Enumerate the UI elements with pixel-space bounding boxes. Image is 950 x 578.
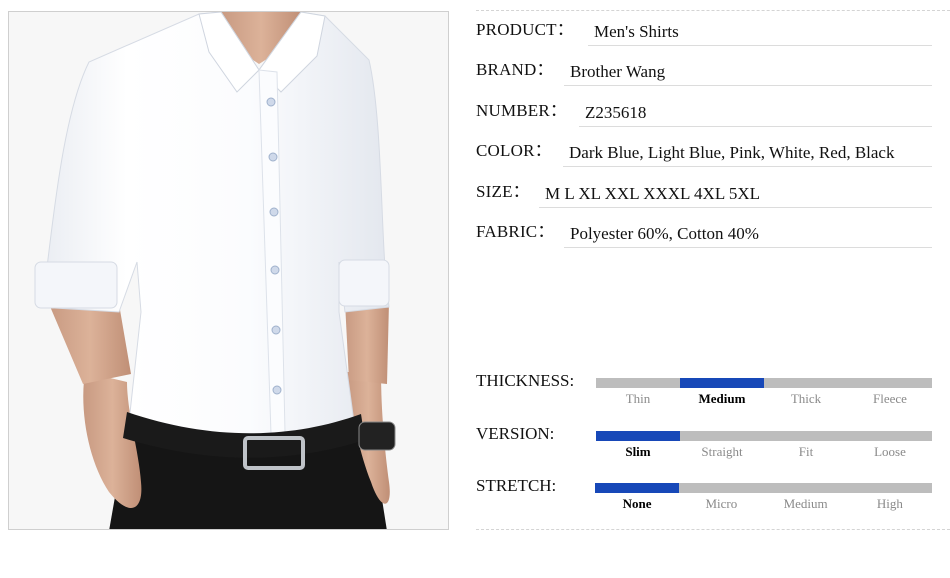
spec-underline [564,247,932,248]
attr-options: Slim Straight Fit Loose [596,444,932,460]
bar-segment [764,378,848,388]
spec-underline [564,85,932,86]
bar-segment [595,483,680,493]
bottom-divider [476,529,950,530]
spec-value: Brother Wang [570,62,666,81]
spec-label: COLOR： [476,141,552,160]
spec-underline [588,45,932,46]
spec-value: Men's Shirts [594,22,679,41]
attr-option: High [876,496,903,511]
attr-option: Straight [701,444,743,459]
bar-segment [848,378,932,388]
bar-segment [848,431,932,441]
attr-label: THICKNESS: [476,371,575,390]
attr-option: None [622,496,652,511]
spec-row-brand: BRAND： Brother Wang [476,58,932,86]
spec-row-color: COLOR： Dark Blue, Light Blue, Pink, Whit… [476,139,932,167]
attr-option: Medium [783,496,828,511]
attr-option: Fit [798,444,814,459]
spec-row-fabric: FABRIC： Polyester 60%, Cotton 40% [476,220,932,248]
attr-option: Thick [790,391,822,406]
attr-bar [596,431,932,441]
spec-label: PRODUCT： [476,20,574,39]
spec-underline [563,166,932,167]
attr-option: Micro [705,496,738,511]
spec-value: Dark Blue, Light Blue, Pink, White, Red,… [569,143,895,162]
attr-bar [595,483,932,493]
attr-label: VERSION: [476,424,555,443]
spec-value: Polyester 60%, Cotton 40% [570,224,759,243]
bar-segment [847,483,932,493]
bar-segment [763,483,848,493]
spec-value: M L XL XXL XXXL 4XL 5XL [545,184,760,203]
spec-row-number: NUMBER： Z235618 [476,99,932,127]
spec-row-product: PRODUCT： Men's Shirts [476,18,932,46]
bar-segment [596,431,680,441]
bar-segment [680,378,764,388]
shirt-illustration [9,12,448,529]
spec-label: SIZE： [476,182,530,201]
attr-bar [596,378,932,388]
bar-segment [764,431,848,441]
product-photo [8,11,449,530]
spec-label: BRAND： [476,60,554,79]
bar-segment [679,483,764,493]
attr-option: Loose [874,444,906,459]
attr-option: Thin [625,391,651,406]
spec-label: FABRIC： [476,222,555,241]
bar-segment [596,378,680,388]
attr-option: Medium [698,391,746,406]
spec-value: Z235618 [585,103,647,122]
spec-underline [539,207,932,208]
top-divider [476,10,950,11]
attr-option: Fleece [873,391,907,406]
attr-options: None Micro Medium High [595,496,932,512]
attr-label: STRETCH: [476,476,557,495]
attr-option: Slim [625,444,651,459]
spec-label: NUMBER： [476,101,568,120]
spec-underline [579,126,932,127]
bar-segment [680,431,764,441]
attr-options: Thin Medium Thick Fleece [596,391,932,407]
spec-row-size: SIZE： M L XL XXL XXXL 4XL 5XL [476,180,932,208]
